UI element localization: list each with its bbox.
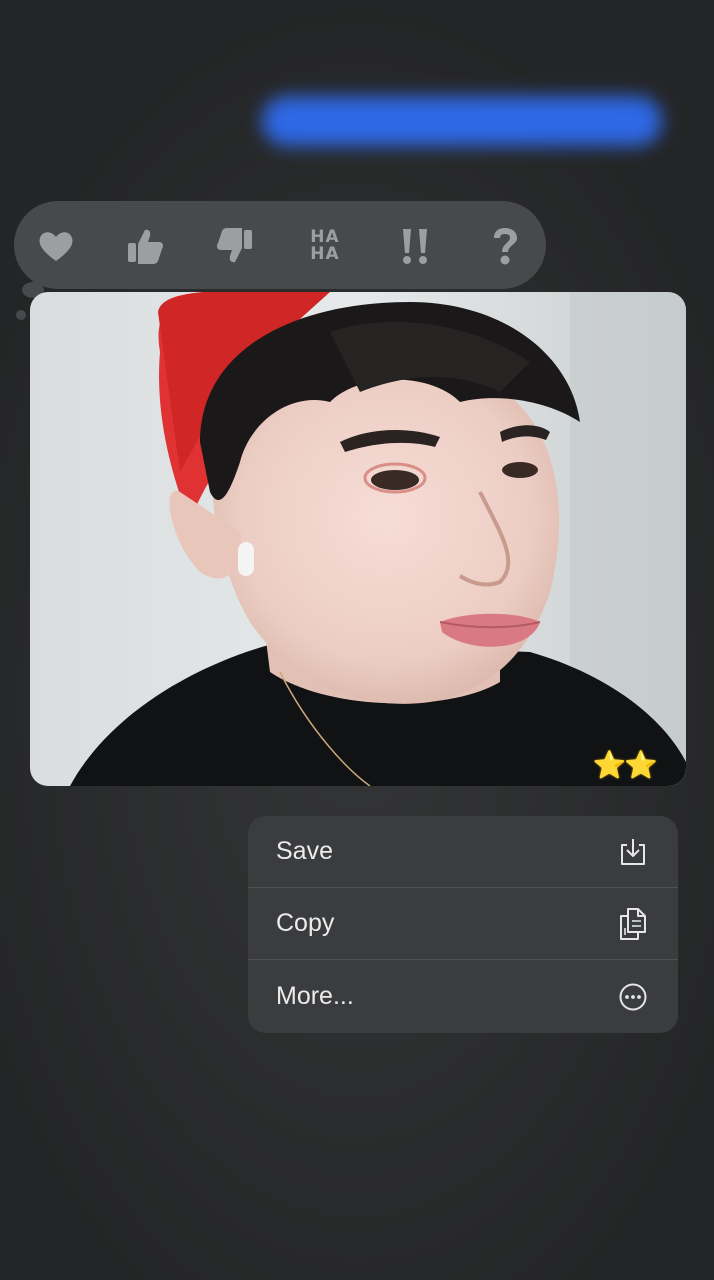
sticker-stars: ⭐⭐ [592, 750, 658, 780]
message-screen: HA HA ⭐⭐ Save Copy More... [0, 0, 714, 1280]
question-icon [494, 228, 517, 265]
tapback-tail-small [16, 310, 26, 320]
menu-item-label: Save [276, 837, 333, 865]
tapback-question-button[interactable] [480, 222, 530, 270]
heart-icon [39, 232, 73, 261]
haha-line-2: HA [310, 244, 340, 264]
haha-icon: HA HA [310, 229, 339, 263]
more-icon [618, 982, 648, 1012]
menu-item-more[interactable]: More... [248, 960, 678, 1033]
selfie-photo [30, 292, 686, 786]
menu-item-label: Copy [276, 909, 335, 937]
double-exclamation-icon [403, 229, 427, 264]
tapback-emphasize-button[interactable] [390, 222, 440, 270]
thumbs-down-icon [217, 228, 252, 263]
photo-message[interactable]: ⭐⭐ [30, 292, 686, 786]
tapback-bar [14, 201, 546, 289]
context-menu: Save Copy More... [248, 816, 678, 1033]
menu-item-save[interactable]: Save [248, 816, 678, 888]
blurred-message-bubble [262, 96, 662, 146]
save-icon [618, 837, 648, 867]
thumbs-up-icon [128, 229, 163, 264]
tapback-thumbs-up-button[interactable] [120, 222, 170, 270]
menu-item-copy[interactable]: Copy [248, 888, 678, 960]
menu-item-label: More... [276, 982, 354, 1010]
tapback-haha-button[interactable]: HA HA [300, 222, 350, 270]
copy-icon [618, 907, 648, 940]
tapback-thumbs-down-button[interactable] [210, 222, 260, 270]
tapback-heart-button[interactable] [31, 222, 81, 270]
